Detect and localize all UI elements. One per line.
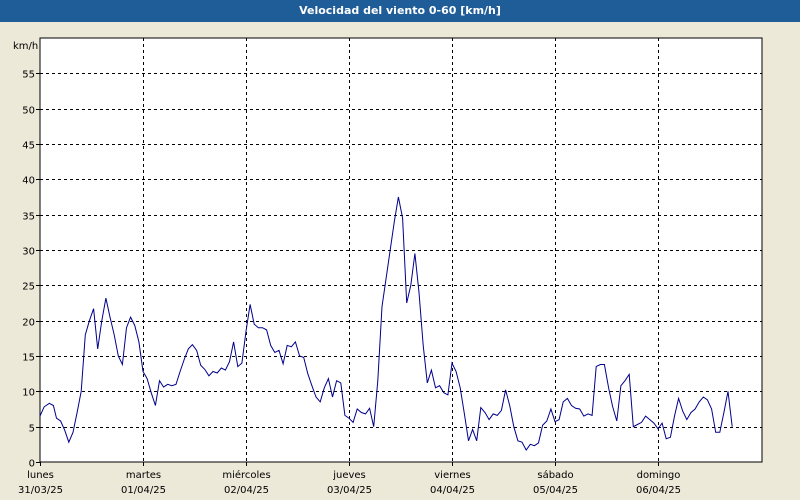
- y-tick-label: 30: [22, 247, 35, 258]
- y-tick-label: 20: [22, 318, 35, 329]
- x-tick-day-label: viernes: [434, 470, 470, 481]
- chart-title: Velocidad del viento 0-60 [km/h]: [0, 0, 800, 22]
- y-tick-label: 5: [29, 424, 35, 435]
- y-tick-label: 0: [29, 459, 35, 470]
- y-tick-label: 35: [22, 212, 35, 223]
- wind-speed-chart: 0 5 10 15 20 25 30 35 40 45 50 55 lunes 31/03/25 mart…: [13, 37, 763, 496]
- y-tick-label: 15: [22, 353, 35, 364]
- x-tick-date-label: 03/04/25: [327, 485, 372, 496]
- x-tick-day-label: martes: [126, 470, 161, 481]
- y-tick-label: 10: [22, 388, 35, 399]
- x-axis: lunes 31/03/25 martes 01/04/25 miércoles 02/0…: [18, 462, 681, 496]
- y-tick-label: 40: [22, 176, 35, 187]
- y-axis-unit-label: km/h: [13, 41, 38, 52]
- y-tick-label: 50: [22, 106, 35, 117]
- x-tick-date-label: 04/04/25: [430, 485, 475, 496]
- x-tick-day-label: lunes: [27, 470, 54, 481]
- x-tick-date-label: 02/04/25: [224, 485, 269, 496]
- x-tick-date-label: 31/03/25: [18, 485, 63, 496]
- x-tick-day-label: sábado: [537, 469, 573, 481]
- y-axis: 0 5 10 15 20 25 30 35 40 45 50 55: [22, 70, 40, 470]
- x-tick-day-label: domingo: [637, 470, 681, 481]
- y-tick-label: 45: [22, 141, 35, 152]
- x-tick-day-label: miércoles: [222, 469, 270, 481]
- chart-window: Velocidad del viento 0-60 [km/h] 0 5 10 15 2…: [0, 0, 800, 500]
- x-tick-date-label: 01/04/25: [121, 485, 166, 496]
- x-tick-date-label: 06/04/25: [636, 485, 681, 496]
- x-tick-date-label: 05/04/25: [533, 485, 578, 496]
- x-tick-day-label: jueves: [332, 470, 366, 481]
- y-tick-label: 55: [22, 70, 35, 81]
- y-tick-label: 25: [22, 282, 35, 293]
